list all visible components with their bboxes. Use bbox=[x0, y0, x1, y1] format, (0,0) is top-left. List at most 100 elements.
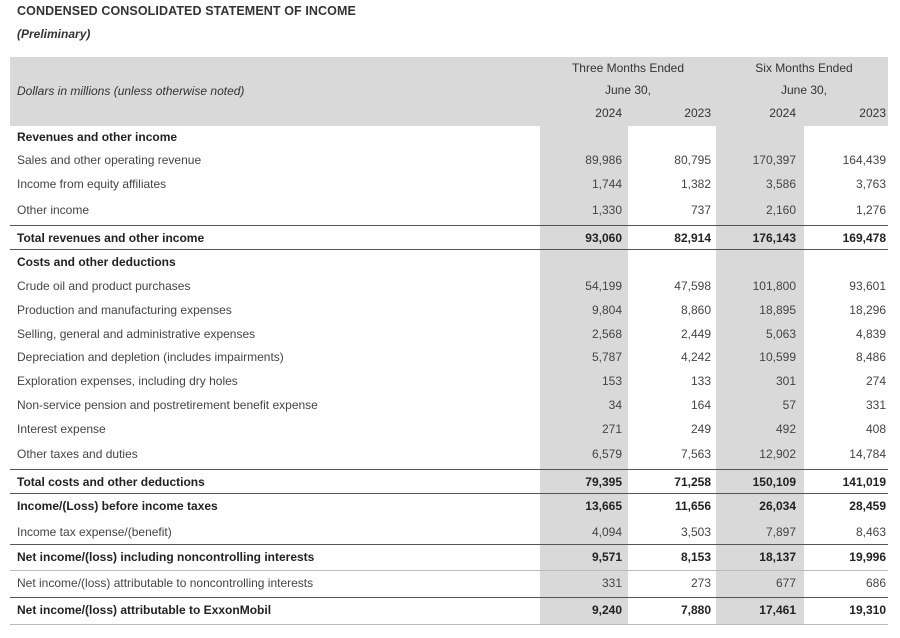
row-value: 17,461 bbox=[759, 603, 796, 617]
row-value: 93,060 bbox=[585, 231, 622, 245]
table-bottom-rule bbox=[10, 624, 888, 625]
row-value: 7,563 bbox=[680, 447, 711, 461]
row-value: 271 bbox=[601, 422, 622, 436]
row-value: 57 bbox=[782, 398, 796, 412]
row-value: 79,395 bbox=[585, 475, 622, 489]
table-row: Income from equity affiliates 1,744 1,382 3… bbox=[10, 172, 888, 196]
row-label: Selling, general and administrative expe… bbox=[17, 327, 256, 341]
row-label: Total costs and other deductions bbox=[17, 475, 205, 489]
table-row: Production and manufacturing expenses 9,8… bbox=[10, 298, 888, 322]
table-row: Net income/(loss) attributable to noncon… bbox=[10, 571, 888, 595]
row-value: 176,143 bbox=[752, 231, 796, 245]
row-value: 5,787 bbox=[591, 350, 622, 364]
row-value: 301 bbox=[775, 374, 796, 388]
header-three-months: Three Months Ended bbox=[571, 61, 685, 75]
row-value: 1,276 bbox=[855, 203, 886, 217]
row-label: Other taxes and duties bbox=[17, 447, 138, 461]
row-value: 2,160 bbox=[765, 203, 796, 217]
row-value: 54,199 bbox=[585, 279, 622, 293]
row-value: 150,109 bbox=[752, 475, 796, 489]
section-header-row: Revenues and other income bbox=[10, 125, 888, 149]
row-value: 34 bbox=[608, 398, 622, 412]
row-value: 8,463 bbox=[855, 525, 886, 539]
row-value: 677 bbox=[775, 576, 796, 590]
table-row: Other taxes and duties 6,579 7,563 12,902 14… bbox=[10, 442, 888, 466]
row-value: 11,656 bbox=[674, 499, 711, 513]
row-value: 47,598 bbox=[674, 279, 711, 293]
row-label: Income tax expense/(benefit) bbox=[17, 525, 172, 539]
header-year-3m-2024: 2024 bbox=[595, 106, 622, 120]
row-value: 331 bbox=[601, 576, 622, 590]
row-value: 82,914 bbox=[674, 231, 711, 245]
header-six-months-date: June 30, bbox=[780, 83, 828, 97]
header-year-3m-2023: 2023 bbox=[684, 106, 711, 120]
row-value: 19,310 bbox=[849, 603, 886, 617]
statement-title: CONDENSED CONSOLIDATED STATEMENT OF INCO… bbox=[17, 4, 356, 18]
row-label: Net income/(loss) including noncontrolli… bbox=[17, 550, 315, 564]
row-value: 408 bbox=[865, 422, 886, 436]
row-value: 6,579 bbox=[591, 447, 622, 461]
header-year-6m-2023: 2023 bbox=[859, 106, 886, 120]
header-six-months: Six Months Ended bbox=[755, 61, 853, 75]
row-value: 14,784 bbox=[849, 447, 886, 461]
row-label: Sales and other operating revenue bbox=[17, 153, 202, 167]
table-row: Income/(Loss) before income taxes 13,665 1… bbox=[10, 494, 888, 518]
row-value: 686 bbox=[865, 576, 886, 590]
row-label: Revenues and other income bbox=[17, 130, 178, 144]
row-value: 12,902 bbox=[759, 447, 796, 461]
row-value: 9,571 bbox=[591, 550, 622, 564]
row-value: 9,804 bbox=[591, 303, 622, 317]
table-row: Sales and other operating revenue 89,986 8… bbox=[10, 148, 888, 172]
row-value: 18,137 bbox=[759, 550, 796, 564]
row-value: 5,063 bbox=[765, 327, 796, 341]
row-label: Exploration expenses, including dry hole… bbox=[17, 374, 238, 388]
row-value: 2,449 bbox=[680, 327, 711, 341]
row-value: 4,094 bbox=[591, 525, 622, 539]
row-value: 10,599 bbox=[759, 350, 796, 364]
row-value: 170,397 bbox=[752, 153, 796, 167]
table-row: Income tax expense/(benefit) 4,094 3,503 7,… bbox=[10, 520, 888, 544]
row-value: 89,986 bbox=[585, 153, 622, 167]
row-value: 273 bbox=[690, 576, 711, 590]
row-value: 133 bbox=[690, 374, 711, 388]
row-value: 7,880 bbox=[680, 603, 711, 617]
row-label: Net income/(loss) attributable to noncon… bbox=[17, 576, 314, 590]
units-label: Dollars in millions (unless otherwise no… bbox=[17, 84, 245, 98]
row-value: 1,330 bbox=[591, 203, 622, 217]
row-label: Income from equity affiliates bbox=[17, 177, 167, 191]
row-value: 3,503 bbox=[680, 525, 711, 539]
row-value: 737 bbox=[690, 203, 711, 217]
row-label: Total revenues and other income bbox=[17, 231, 205, 245]
row-value: 19,996 bbox=[849, 550, 886, 564]
row-label: Income/(Loss) before income taxes bbox=[17, 499, 218, 513]
row-value: 1,382 bbox=[680, 177, 711, 191]
table-row: Selling, general and administrative expe… bbox=[10, 322, 888, 346]
row-value: 4,242 bbox=[680, 350, 711, 364]
row-value: 2,568 bbox=[591, 327, 622, 341]
row-value: 331 bbox=[865, 398, 886, 412]
row-value: 7,897 bbox=[765, 525, 796, 539]
header-three-months-date: June 30, bbox=[604, 83, 652, 97]
row-label: Crude oil and product purchases bbox=[17, 279, 191, 293]
row-value: 8,153 bbox=[680, 550, 711, 564]
row-value: 141,019 bbox=[842, 475, 886, 489]
table-row: Non-service pension and postretirement b… bbox=[10, 393, 888, 417]
row-value: 153 bbox=[601, 374, 622, 388]
table-row: Total revenues and other income 93,060 82,… bbox=[10, 226, 888, 250]
row-label: Non-service pension and postretirement b… bbox=[17, 398, 318, 412]
row-value: 8,860 bbox=[680, 303, 711, 317]
row-value: 18,895 bbox=[759, 303, 796, 317]
row-label: Production and manufacturing expenses bbox=[17, 303, 232, 317]
row-label: Depreciation and depletion (includes imp… bbox=[17, 350, 284, 364]
row-value: 26,034 bbox=[759, 499, 796, 513]
row-value: 80,795 bbox=[674, 153, 711, 167]
row-value: 164,439 bbox=[842, 153, 886, 167]
row-value: 18,296 bbox=[849, 303, 886, 317]
section-header-row: Costs and other deductions bbox=[10, 250, 888, 274]
row-value: 8,486 bbox=[855, 350, 886, 364]
header-year-6m-2024: 2024 bbox=[769, 106, 796, 120]
row-value: 13,665 bbox=[585, 499, 622, 513]
table-row: Total costs and other deductions 79,395 71… bbox=[10, 470, 888, 494]
row-label: Interest expense bbox=[17, 422, 106, 436]
row-value: 3,763 bbox=[855, 177, 886, 191]
